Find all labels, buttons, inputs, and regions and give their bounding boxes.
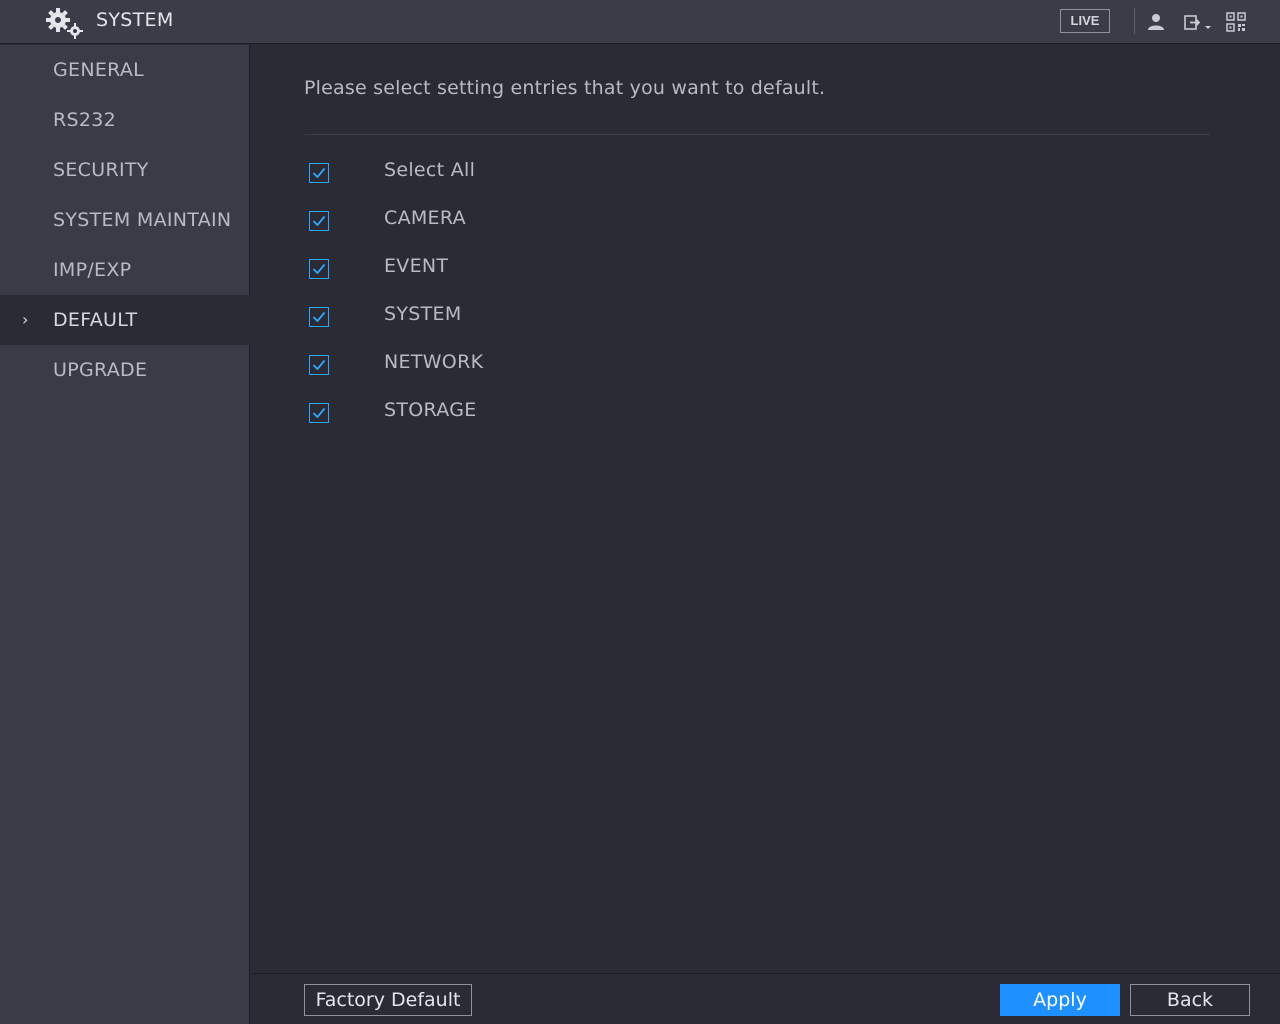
checkbox-label: STORAGE xyxy=(384,399,477,421)
sidebar-item-label: IMP/EXP xyxy=(53,259,132,281)
sidebar-item-system-maintain[interactable]: SYSTEM MAINTAIN xyxy=(0,195,250,245)
checkmark-icon xyxy=(312,167,326,179)
network-checkbox[interactable] xyxy=(309,355,329,375)
checkmark-icon xyxy=(312,311,326,323)
checkbox-label: CAMERA xyxy=(384,207,466,229)
checkbox-row-select-all[interactable]: Select All xyxy=(309,156,709,186)
toolbar-divider xyxy=(1134,8,1135,34)
sidebar-item-upgrade[interactable]: UPGRADE xyxy=(0,345,250,395)
sidebar-item-label: DEFAULT xyxy=(53,309,138,331)
checkbox-label: NETWORK xyxy=(384,351,484,373)
checkbox-row-network[interactable]: NETWORK xyxy=(309,348,709,378)
select-all-checkbox[interactable] xyxy=(309,163,329,183)
checkbox-label: EVENT xyxy=(384,255,449,277)
chevron-right-icon: › xyxy=(22,310,29,329)
qr-code-icon[interactable] xyxy=(1225,11,1247,33)
sidebar-item-general[interactable]: GENERAL xyxy=(0,45,250,95)
sidebar-item-imp-exp[interactable]: IMP/EXP xyxy=(0,245,250,295)
page-title: SYSTEM xyxy=(96,9,174,31)
checkbox-row-camera[interactable]: CAMERA xyxy=(309,204,709,234)
storage-checkbox[interactable] xyxy=(309,403,329,423)
instruction-text: Please select setting entries that you w… xyxy=(304,77,826,99)
camera-checkbox[interactable] xyxy=(309,211,329,231)
sidebar-item-label: SYSTEM MAINTAIN xyxy=(53,209,232,231)
sidebar-item-default[interactable]: › DEFAULT xyxy=(0,295,250,345)
sidebar-item-rs232[interactable]: RS232 xyxy=(0,95,250,145)
checkmark-icon xyxy=(312,407,326,419)
gear-icon xyxy=(46,8,83,39)
user-icon[interactable] xyxy=(1145,11,1167,33)
back-button[interactable]: Back xyxy=(1130,984,1250,1016)
apply-button[interactable]: Apply xyxy=(1000,984,1120,1016)
sidebar-item-label: RS232 xyxy=(53,109,117,131)
logout-icon[interactable] xyxy=(1182,11,1214,33)
checkmark-icon xyxy=(312,359,326,371)
sidebar: GENERAL RS232 SECURITY SYSTEM MAINTAIN I… xyxy=(0,45,250,1024)
main-panel: Please select setting entries that you w… xyxy=(251,45,1280,973)
checkbox-row-event[interactable]: EVENT xyxy=(309,252,709,282)
divider xyxy=(305,134,1210,135)
footer-bar: Factory Default Apply Back xyxy=(251,973,1280,1024)
live-button[interactable]: LIVE xyxy=(1060,9,1110,33)
checkbox-label: SYSTEM xyxy=(384,303,462,325)
sidebar-item-label: SECURITY xyxy=(53,159,149,181)
sidebar-item-label: GENERAL xyxy=(53,59,145,81)
checkmark-icon xyxy=(312,215,326,227)
event-checkbox[interactable] xyxy=(309,259,329,279)
factory-default-button[interactable]: Factory Default xyxy=(304,984,472,1016)
checkbox-row-system[interactable]: SYSTEM xyxy=(309,300,709,330)
checkbox-label: Select All xyxy=(384,159,476,181)
checkbox-row-storage[interactable]: STORAGE xyxy=(309,396,709,426)
sidebar-item-security[interactable]: SECURITY xyxy=(0,145,250,195)
system-checkbox[interactable] xyxy=(309,307,329,327)
top-bar: SYSTEM LIVE xyxy=(0,0,1280,44)
sidebar-item-label: UPGRADE xyxy=(53,359,148,381)
checkmark-icon xyxy=(312,263,326,275)
